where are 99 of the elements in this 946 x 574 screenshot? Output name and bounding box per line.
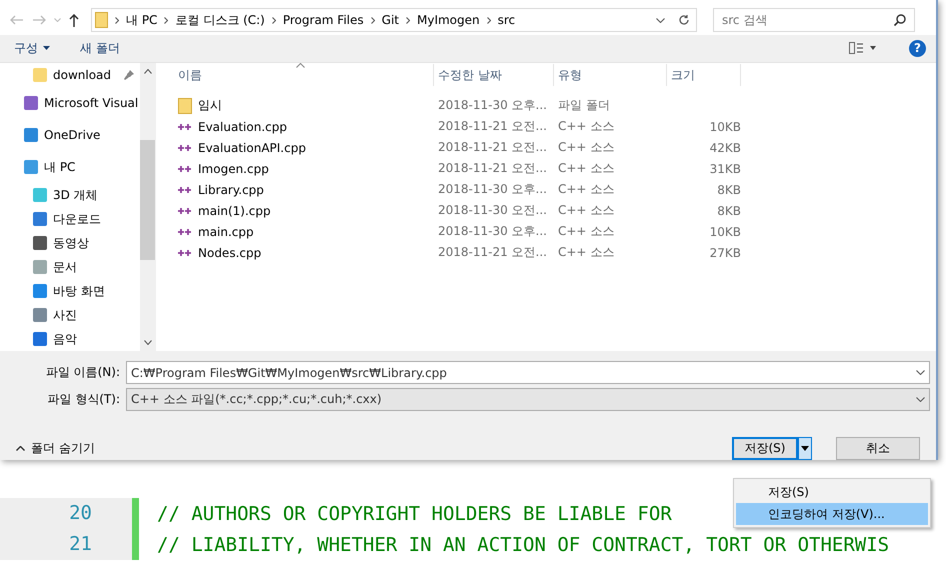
file-name[interactable]: main(1).cpp	[198, 204, 271, 218]
cpp-file-icon	[178, 186, 192, 194]
table-cell-text: C++ 소스	[557, 160, 616, 177]
table-cell-text: C++ 소스	[557, 202, 616, 219]
file-name[interactable]: Evaluation.cpp	[198, 120, 287, 134]
cpp-file-icon	[178, 122, 192, 130]
save-button[interactable]: 저장(S)	[732, 437, 798, 460]
table-cell: 27KB	[710, 246, 741, 260]
breadcrumb[interactable]: src	[498, 13, 516, 28]
chevron-down-icon	[916, 397, 925, 402]
sidebar-item[interactable]: Microsoft Visual	[44, 96, 138, 110]
field-label: 파일 이름(N):	[44, 364, 121, 381]
cpp-file-icon	[178, 164, 192, 172]
menu-item[interactable]: 저장(S)	[736, 481, 928, 503]
organize-menu[interactable]: 구성	[14, 40, 50, 57]
hide-folders-button[interactable]: 폴더 숨기기	[10, 439, 101, 458]
breadcrumb[interactable]: Program Files	[282, 13, 364, 28]
sidebar-item[interactable]: 문서	[53, 258, 77, 276]
chevron-up-icon	[16, 446, 25, 451]
table-cell: 8KB	[717, 204, 741, 218]
column-header[interactable]: 크기	[667, 64, 741, 86]
sidebar-item[interactable]: OneDrive	[44, 128, 100, 142]
sort-caret-icon	[296, 63, 305, 68]
file-name-field[interactable]: C:₩Program Files₩Git₩MyImogen₩src₩Library.cpp	[126, 361, 930, 384]
caret-icon	[801, 446, 809, 451]
sidebar-item[interactable]: 사진	[53, 306, 77, 324]
column-header[interactable]: 수정한 날짜	[434, 64, 554, 86]
chevron-down-icon[interactable]	[656, 18, 665, 23]
table-cell-text: C++ 소스	[557, 139, 616, 156]
save-dropdown-button[interactable]	[798, 437, 812, 460]
sidebar-item[interactable]: 3D 개체	[53, 186, 98, 204]
chevron-right-icon	[486, 16, 491, 24]
line-number: 21	[0, 529, 132, 560]
file-name[interactable]: Imogen.cpp	[198, 162, 269, 176]
column-header[interactable]: 유형	[554, 64, 667, 86]
search-field[interactable]: src 검색	[713, 8, 915, 32]
file-name[interactable]: EvaluationAPI.cpp	[198, 140, 306, 154]
table-cell-text: 파일 폴더	[557, 97, 611, 114]
address-bar[interactable]: 내 PC 로컬 디스크 (C:) Program Files Git MyImogen src	[91, 8, 697, 32]
table-cell: 31KB	[710, 162, 741, 176]
file-name[interactable]: Nodes.cpp	[198, 246, 262, 260]
menu-item[interactable]: 인코딩하여 저장(V)...	[736, 503, 928, 525]
cpp-file-icon	[178, 144, 192, 152]
breadcrumb[interactable]: MyImogen	[416, 13, 480, 28]
table-cell-text: 2018-11-21 오전...	[437, 118, 548, 135]
file-name[interactable]: main.cpp	[198, 224, 254, 238]
caret-icon	[43, 46, 50, 50]
sidebar-item[interactable]: download	[53, 68, 112, 82]
cancel-button[interactable]: 취소	[836, 437, 920, 460]
file-name[interactable]: Library.cpp	[198, 182, 264, 196]
table-cell: 42KB	[710, 140, 741, 154]
sidebar-item[interactable]: 동영상	[53, 234, 89, 252]
new-folder-button[interactable]: 새 폴더	[80, 40, 120, 57]
search-icon	[893, 13, 907, 28]
table-cell-text: C++ 소스	[557, 244, 616, 261]
table-cell-text: 2018-11-30 오후...	[437, 181, 548, 198]
breadcrumb[interactable]: 로컬 디스크 (C:)	[175, 12, 265, 29]
table-cell-text: C++ 소스	[557, 223, 616, 240]
table-cell: 8KB	[717, 182, 741, 196]
table-cell-text: 2018-11-30 오후...	[437, 97, 548, 114]
code-line: // AUTHORS OR COPYRIGHT HOLDERS BE LIABLE FOR	[157, 502, 672, 524]
file-type-dropdown[interactable]: C++ 소스 파일(*.cc;*.cpp;*.cu;*.cuh;*.cxx)	[126, 388, 930, 411]
table-cell-text: C++ 소스	[557, 118, 616, 135]
column-header[interactable]: 이름	[174, 64, 434, 86]
scrollbar[interactable]	[140, 63, 155, 351]
scroll-down-icon[interactable]	[144, 340, 152, 345]
scroll-up-icon[interactable]	[144, 69, 152, 74]
chevron-right-icon	[272, 16, 276, 24]
breadcrumb[interactable]: 내 PC	[126, 12, 158, 29]
table-cell: 10KB	[710, 120, 741, 134]
table-cell-text: 2018-11-30 오전...	[437, 202, 548, 219]
table-cell-text: 2018-11-21 오전...	[437, 244, 548, 261]
sidebar-item[interactable]: 내 PC	[44, 158, 76, 176]
sidebar-item[interactable]: 음악	[53, 330, 77, 348]
cpp-file-icon	[178, 228, 192, 236]
up-arrow-icon[interactable]	[69, 14, 79, 27]
field-label: 파일 형식(T):	[46, 391, 121, 408]
view-options-icon[interactable]	[849, 42, 879, 54]
cpp-file-icon	[178, 248, 192, 256]
refresh-icon[interactable]	[678, 14, 690, 26]
chevron-right-icon	[370, 16, 375, 24]
table-cell-text: 2018-11-21 오전...	[437, 139, 548, 156]
table-cell: 10KB	[710, 224, 741, 238]
line-number: 20	[0, 498, 132, 529]
breadcrumb[interactable]: Git	[382, 13, 399, 28]
sidebar-item[interactable]: 다운로드	[53, 210, 101, 228]
sidebar-item[interactable]: 바탕 화면	[53, 282, 105, 300]
table-cell-text: C++ 소스	[557, 181, 616, 198]
table-cell-text: 2018-11-21 오전...	[437, 160, 548, 177]
chevron-right-icon	[406, 16, 410, 24]
chevron-right-icon	[164, 16, 168, 24]
code-line: // LIABILITY, WHETHER IN AN ACTION OF CONTRACT, TORT OR OTHERWIS	[157, 534, 890, 556]
chevron-right-icon	[115, 16, 119, 24]
scrollbar-thumb[interactable]	[140, 140, 155, 260]
help-icon[interactable]: ?	[909, 40, 926, 57]
cpp-file-icon	[178, 206, 192, 214]
file-name[interactable]: 임시	[198, 97, 222, 114]
table-cell-text: 2018-11-30 오후...	[437, 223, 548, 240]
chevron-down-icon	[916, 370, 925, 375]
